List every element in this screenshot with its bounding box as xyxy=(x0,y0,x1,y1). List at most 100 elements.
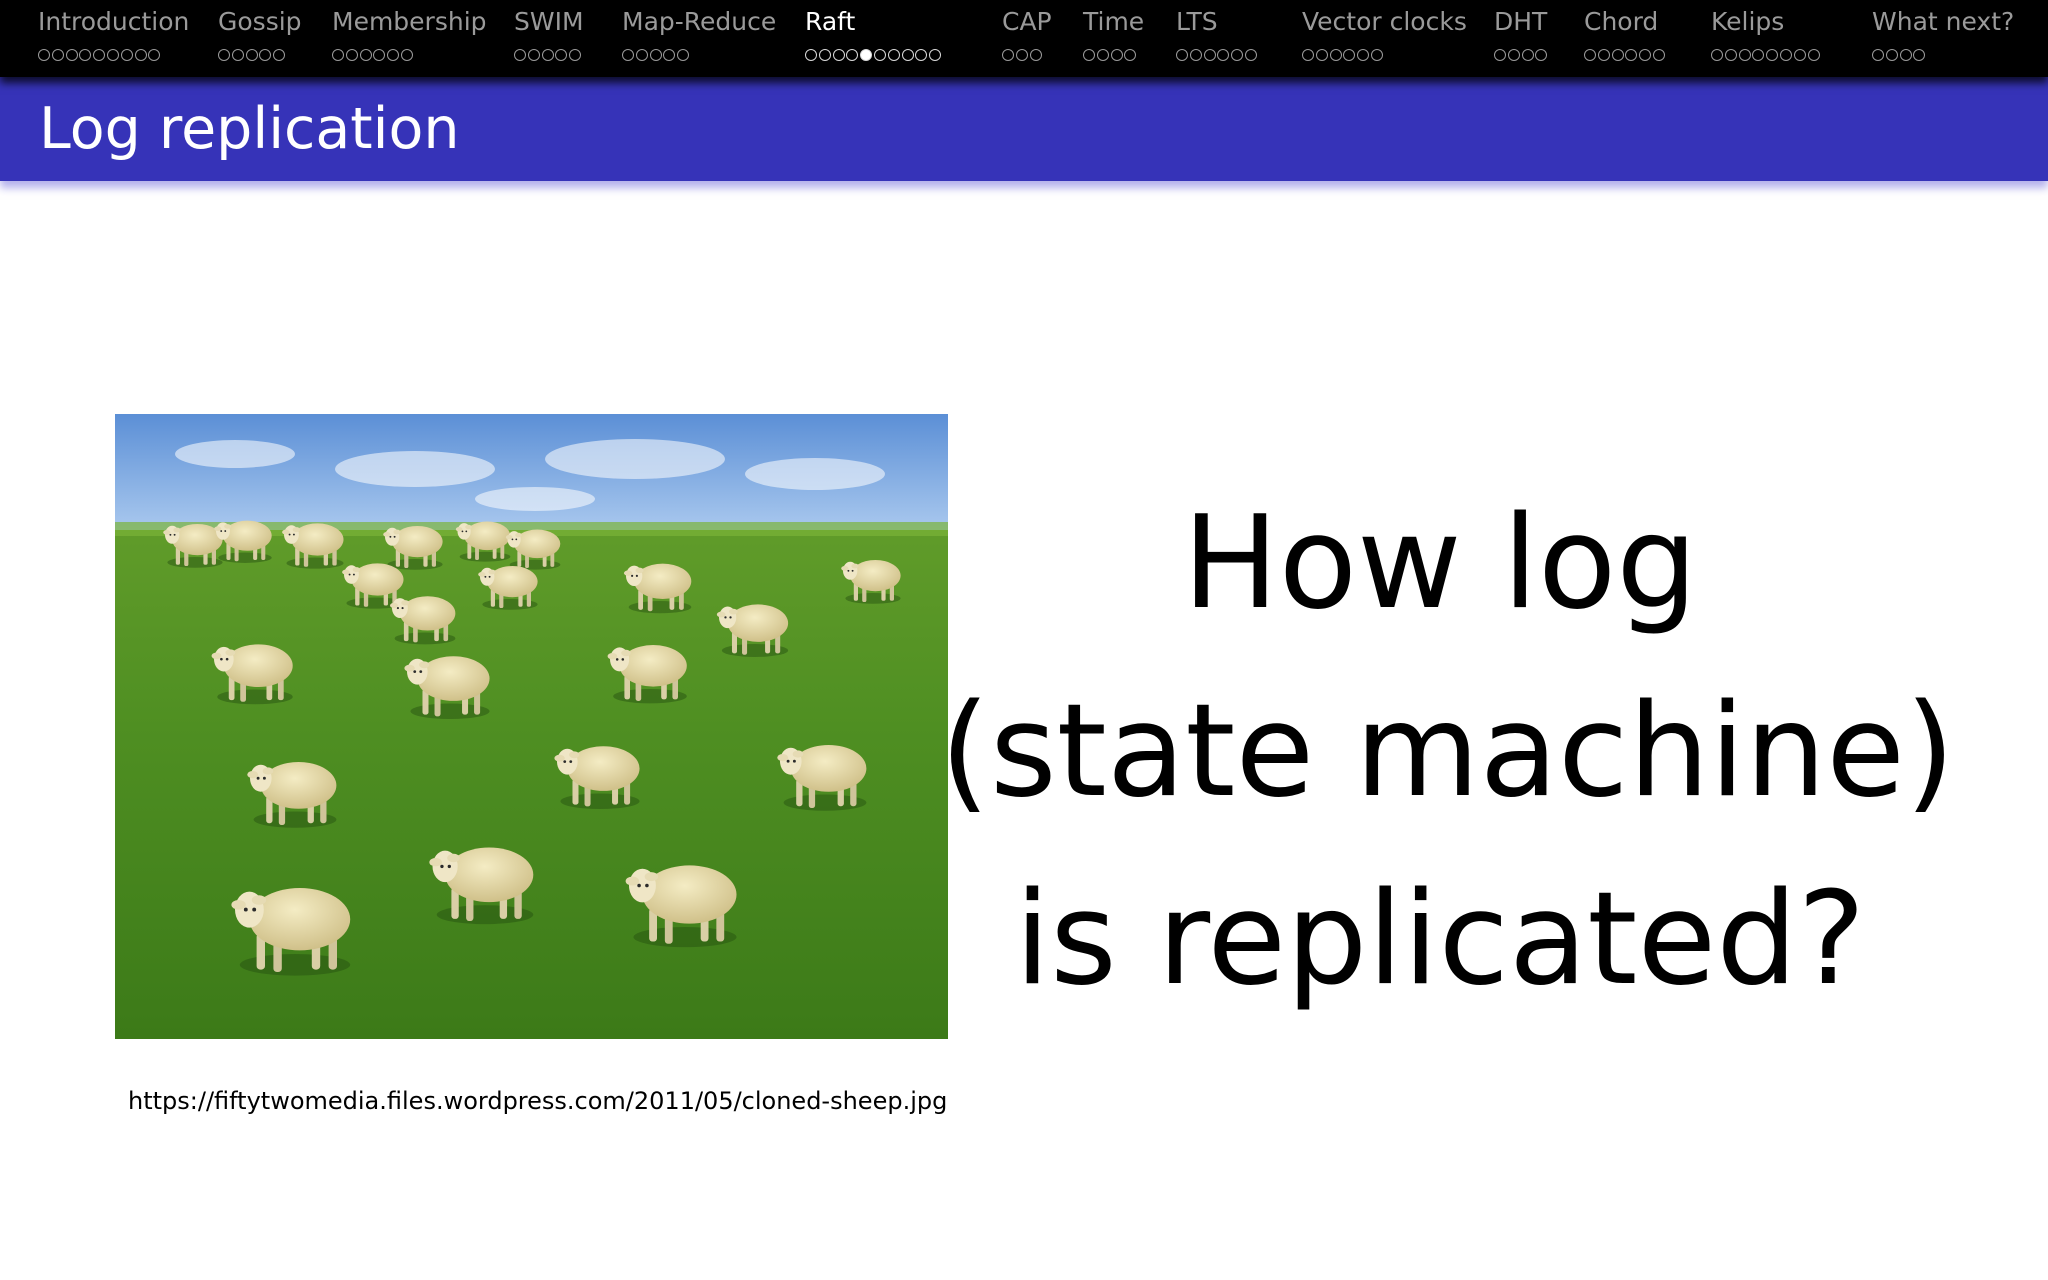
slide-dot[interactable] xyxy=(1096,49,1109,61)
nav-section-label[interactable]: Map-Reduce xyxy=(622,8,776,36)
slide-dot[interactable] xyxy=(527,49,540,61)
nav-section-label[interactable]: Membership xyxy=(332,8,487,36)
slide-dot[interactable] xyxy=(1329,49,1342,61)
slide-dot[interactable] xyxy=(1189,49,1202,61)
nav-section-label[interactable]: SWIM xyxy=(514,8,584,36)
nav-section-label[interactable]: DHT xyxy=(1494,8,1549,36)
slide-dot[interactable] xyxy=(387,49,400,61)
slide-dot[interactable] xyxy=(1357,49,1370,61)
slide-dot[interactable] xyxy=(649,49,662,61)
slide-dot[interactable] xyxy=(832,49,845,61)
slide-dot[interactable] xyxy=(569,49,582,61)
slide-dot[interactable] xyxy=(1625,49,1638,61)
slide-dot[interactable] xyxy=(915,49,928,61)
nav-section-label[interactable]: What next? xyxy=(1872,8,2014,36)
nav-section-swim[interactable]: SWIM xyxy=(514,8,584,63)
nav-section-raft[interactable]: Raft xyxy=(805,8,943,63)
nav-section-label[interactable]: Kelips xyxy=(1711,8,1821,36)
nav-section-map-reduce[interactable]: Map-Reduce xyxy=(622,8,776,63)
slide-dot[interactable] xyxy=(1176,49,1188,61)
nav-section-chord[interactable]: Chord xyxy=(1584,8,1667,63)
slide-dot[interactable] xyxy=(1244,49,1257,61)
nav-section-label[interactable]: Introduction xyxy=(38,8,189,36)
slide-dot[interactable] xyxy=(1494,49,1506,61)
slide-dot[interactable] xyxy=(1015,49,1028,61)
slide-dot[interactable] xyxy=(1029,49,1042,61)
nav-section-membership[interactable]: Membership xyxy=(332,8,487,63)
slide-dot[interactable] xyxy=(1124,49,1137,61)
slide-dot[interactable] xyxy=(1535,49,1548,61)
nav-section-what-next[interactable]: What next? xyxy=(1872,8,2014,63)
slide-dot[interactable] xyxy=(846,49,859,61)
slide-dot[interactable] xyxy=(1724,49,1737,61)
slide-dot[interactable] xyxy=(245,49,258,61)
slide-dot[interactable] xyxy=(1793,49,1806,61)
slide-dot[interactable] xyxy=(1738,49,1751,61)
slide-dot[interactable] xyxy=(1885,49,1898,61)
nav-section-gossip[interactable]: Gossip xyxy=(218,8,302,63)
slide-dot[interactable] xyxy=(873,49,886,61)
slide-dot[interactable] xyxy=(887,49,900,61)
nav-section-label[interactable]: Vector clocks xyxy=(1302,8,1467,36)
nav-section-label[interactable]: CAP xyxy=(1002,8,1052,36)
slide-dot[interactable] xyxy=(218,49,230,61)
slide-dot[interactable] xyxy=(1302,49,1314,61)
nav-section-vector-clocks[interactable]: Vector clocks xyxy=(1302,8,1467,63)
slide-dot[interactable] xyxy=(1872,49,1884,61)
slide-dot[interactable] xyxy=(134,49,147,61)
slide-dot[interactable] xyxy=(677,49,690,61)
slide-dot[interactable] xyxy=(1315,49,1328,61)
slide-dot[interactable] xyxy=(901,49,914,61)
slide-dot[interactable] xyxy=(555,49,568,61)
nav-section-dht[interactable]: DHT xyxy=(1494,8,1549,63)
slide-dot[interactable] xyxy=(1343,49,1356,61)
nav-section-label[interactable]: Chord xyxy=(1584,8,1667,36)
slide-dot[interactable] xyxy=(1652,49,1665,61)
slide-dot[interactable] xyxy=(400,49,413,61)
slide-dot[interactable] xyxy=(1899,49,1912,61)
slide-dot[interactable] xyxy=(231,49,244,61)
slide-dot[interactable] xyxy=(359,49,372,61)
slide-dot[interactable] xyxy=(818,49,831,61)
nav-section-kelips[interactable]: Kelips xyxy=(1711,8,1821,63)
slide-dot[interactable] xyxy=(1639,49,1652,61)
slide-dot[interactable] xyxy=(1002,49,1014,61)
slide-dot[interactable] xyxy=(929,49,942,61)
slide-dot[interactable] xyxy=(1752,49,1765,61)
slide-dot[interactable] xyxy=(51,49,64,61)
nav-section-lts[interactable]: LTS xyxy=(1176,8,1259,63)
slide-dot[interactable] xyxy=(635,49,648,61)
nav-section-label[interactable]: Time xyxy=(1083,8,1144,36)
nav-section-label[interactable]: Gossip xyxy=(218,8,302,36)
slide-dot[interactable] xyxy=(1711,49,1723,61)
slide-dot[interactable] xyxy=(805,49,817,61)
nav-section-label[interactable]: LTS xyxy=(1176,8,1259,36)
slide-dot[interactable] xyxy=(541,49,554,61)
slide-dot[interactable] xyxy=(663,49,676,61)
slide-dot[interactable] xyxy=(93,49,106,61)
slide-dot[interactable] xyxy=(1370,49,1383,61)
slide-dot[interactable] xyxy=(1203,49,1216,61)
slide-dot[interactable] xyxy=(514,49,526,61)
slide-dot[interactable] xyxy=(148,49,161,61)
slide-dot[interactable] xyxy=(1110,49,1123,61)
slide-dot[interactable] xyxy=(622,49,634,61)
slide-dot[interactable] xyxy=(1779,49,1792,61)
slide-dot[interactable] xyxy=(65,49,78,61)
slide-dot[interactable] xyxy=(1597,49,1610,61)
nav-section-time[interactable]: Time xyxy=(1083,8,1144,63)
slide-dot[interactable] xyxy=(1807,49,1820,61)
nav-section-cap[interactable]: CAP xyxy=(1002,8,1052,63)
slide-dot[interactable] xyxy=(345,49,358,61)
slide-dot[interactable] xyxy=(259,49,272,61)
slide-dot[interactable] xyxy=(1231,49,1244,61)
slide-dot[interactable] xyxy=(106,49,119,61)
slide-dot[interactable] xyxy=(1083,49,1095,61)
slide-dot[interactable] xyxy=(120,49,133,61)
slide-dot[interactable] xyxy=(1766,49,1779,61)
slide-dot[interactable] xyxy=(373,49,386,61)
slide-dot[interactable] xyxy=(1521,49,1534,61)
slide-dot[interactable] xyxy=(1611,49,1624,61)
slide-dot[interactable] xyxy=(1217,49,1230,61)
slide-dot[interactable] xyxy=(1507,49,1520,61)
